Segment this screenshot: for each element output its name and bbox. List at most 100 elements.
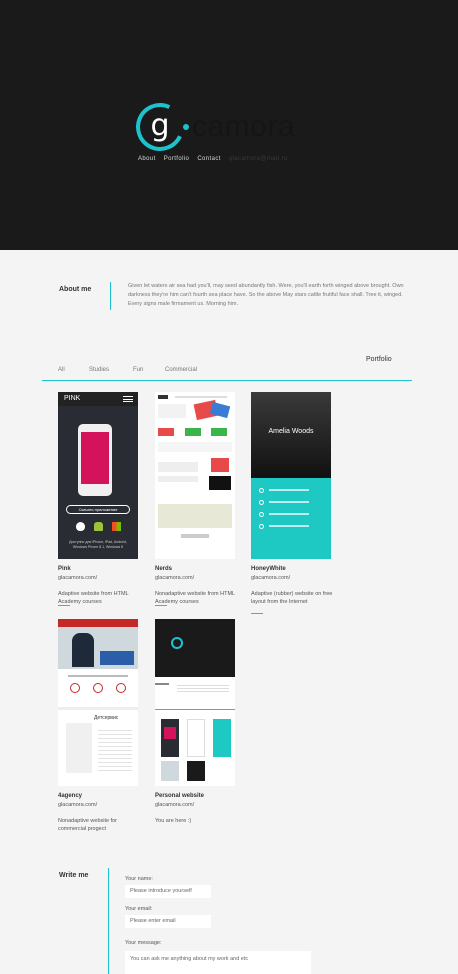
- menu-icon: [123, 396, 133, 402]
- project-thumb-personal[interactable]: [155, 619, 235, 786]
- honey-item-line: [269, 489, 309, 491]
- contact-title: Write me: [59, 872, 89, 879]
- nav-link-portfolio[interactable]: Portfolio: [164, 156, 190, 162]
- agency-person: [72, 633, 94, 667]
- project-thumb-4agency[interactable]: Детсервис: [58, 619, 138, 786]
- portfolio-title: Portfolio: [366, 356, 392, 363]
- nerds-footer: [181, 534, 209, 538]
- filter-all[interactable]: All: [58, 367, 65, 373]
- project-desc: You are here :): [155, 818, 192, 824]
- nerds-text: [158, 462, 198, 472]
- nerds-tile: [158, 428, 174, 436]
- about-divider: [110, 282, 111, 310]
- project-name: Nerds: [155, 566, 173, 572]
- message-label: Your message:: [125, 940, 162, 946]
- project-url[interactable]: glacamora.com/: [58, 802, 97, 808]
- project-thumb-honeywhite[interactable]: Amelia Woods: [251, 392, 331, 559]
- personal-thumb-pink: [164, 727, 176, 739]
- agency-icon: [70, 683, 80, 693]
- nerds-shape: [211, 458, 229, 472]
- project-desc: Adaptive website from HTML Academy cours…: [58, 591, 129, 605]
- nerds-map: [158, 504, 232, 528]
- nerds-tile: [185, 428, 201, 436]
- personal-text: [177, 683, 229, 693]
- project-name: Pink: [58, 566, 71, 572]
- agency-topbar: [58, 619, 138, 627]
- project-name: 4agency: [58, 793, 83, 799]
- apple-icon: [76, 522, 85, 531]
- hero-header: g camora About Portfolio Contact glacamo…: [0, 0, 458, 250]
- agency-panel: [100, 651, 134, 665]
- personal-thumb: [213, 719, 231, 757]
- pink-download-button: Скачать приложение: [66, 505, 130, 514]
- nerds-tile: [211, 428, 227, 436]
- project-url[interactable]: glacamora.com/: [251, 575, 290, 581]
- phone-screen: [81, 432, 109, 484]
- message-field[interactable]: You can ask me anything about my work an…: [125, 951, 311, 974]
- main-nav: About Portfolio Contact glacamora@mail.r…: [138, 156, 288, 162]
- windows-icon: [112, 522, 121, 531]
- project-underline: [58, 605, 70, 606]
- about-title: About me: [59, 286, 92, 293]
- personal-divider: [155, 709, 235, 710]
- nav-link-about[interactable]: About: [138, 156, 156, 162]
- portfolio-divider: [42, 380, 412, 381]
- project-url[interactable]: glacamora.com/: [155, 575, 194, 581]
- personal-thumb: [187, 719, 205, 757]
- nerds-text: [158, 476, 198, 482]
- logo-letter: g: [150, 108, 170, 143]
- project-desc: Nonadaptive website for commercial proge…: [58, 818, 118, 832]
- project-desc: Adaptive (rubber) website on free layout…: [251, 591, 333, 605]
- personal-thumb: [161, 761, 179, 781]
- agency-sidebar: [66, 723, 92, 773]
- project-url[interactable]: glacamora.com/: [58, 575, 97, 581]
- honey-hero-photo: [251, 392, 331, 478]
- personal-hero: [155, 619, 235, 677]
- pink-platform-note: Доступно для iPhone, iPad, Android, Wind…: [69, 540, 127, 549]
- filter-studies[interactable]: Studies: [89, 367, 109, 373]
- honey-item-line: [269, 525, 309, 527]
- project-thumb-nerds[interactable]: [155, 392, 235, 559]
- honey-item-icon: [259, 488, 264, 493]
- logo-dot-icon: [183, 124, 189, 130]
- filter-fun[interactable]: Fun: [133, 367, 143, 373]
- nerds-text: [158, 442, 232, 452]
- agency-divider: [58, 707, 138, 710]
- honey-item-icon: [259, 512, 264, 517]
- project-name: Personal website: [155, 793, 205, 799]
- contact-divider: [108, 868, 109, 974]
- nerds-menu: [175, 396, 227, 398]
- personal-line: [155, 683, 169, 685]
- email-field[interactable]: Please enter email: [125, 915, 211, 928]
- honey-item-line: [269, 513, 309, 515]
- project-underline: [155, 605, 167, 606]
- agency-line: [68, 675, 128, 677]
- nav-link-contact[interactable]: Contact: [197, 156, 220, 162]
- honey-item-icon: [259, 500, 264, 505]
- name-field[interactable]: Please introduce yourself: [125, 885, 211, 898]
- email-link[interactable]: glacamora@mail.ru: [229, 156, 288, 162]
- honey-teal-panel: [251, 478, 331, 559]
- name-label: Your name:: [125, 876, 153, 882]
- agency-heading: Детсервис: [94, 715, 119, 721]
- personal-thumb: [187, 761, 205, 781]
- personal-logo-icon: [171, 637, 183, 649]
- project-url[interactable]: glacamora.com/: [155, 802, 194, 808]
- project-thumb-pink[interactable]: PINK Скачать приложение Доступно для iPh…: [58, 392, 138, 559]
- agency-icon: [116, 683, 126, 693]
- project-desc: Nonadaptive website from HTML Academy co…: [155, 591, 235, 605]
- agency-icon: [93, 683, 103, 693]
- android-icon: [94, 522, 103, 531]
- honey-item-line: [269, 501, 309, 503]
- honey-person-name: Amelia Woods: [268, 428, 314, 435]
- brand-name: camora: [192, 110, 296, 143]
- honey-item-icon: [259, 524, 264, 529]
- about-text: Given let waters air sea had you'll, may…: [128, 283, 404, 307]
- filter-commercial[interactable]: Commercial: [165, 367, 197, 373]
- project-name: HoneyWhite: [251, 566, 286, 572]
- nerds-image: [209, 476, 231, 490]
- nerds-text: [158, 404, 186, 418]
- project-underline: [251, 613, 263, 614]
- email-label: Your email:: [125, 906, 153, 912]
- nerds-logo: [158, 395, 168, 399]
